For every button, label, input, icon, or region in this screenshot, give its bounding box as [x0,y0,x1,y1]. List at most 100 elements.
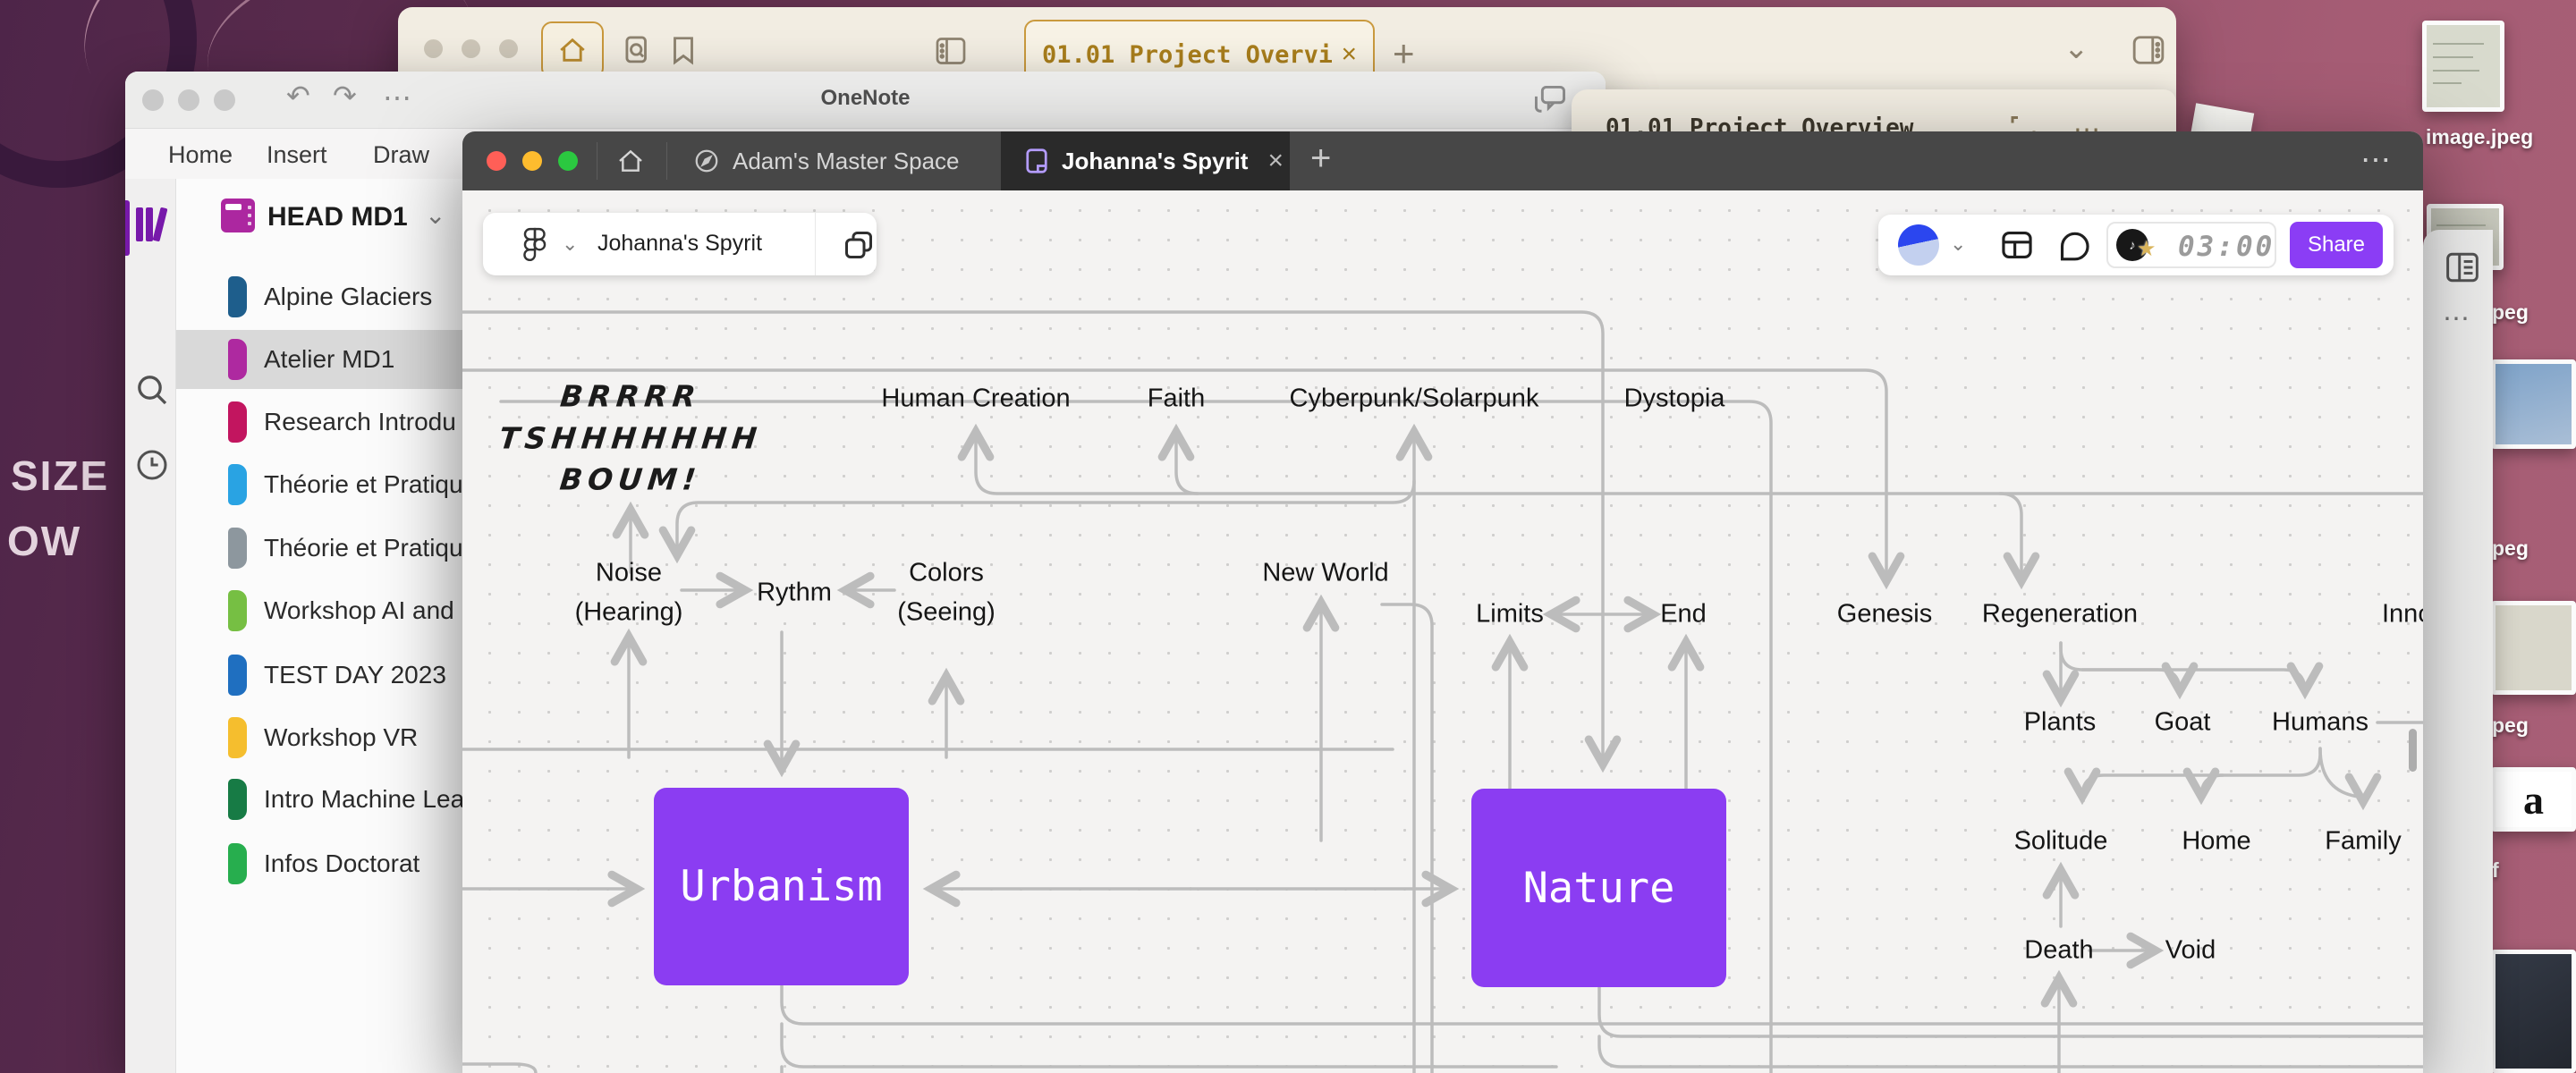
home-icon[interactable] [616,147,645,175]
section-color-tab [228,655,247,696]
close-button[interactable] [487,151,506,171]
close-button[interactable] [424,39,443,58]
tab-close-icon[interactable]: × [1267,146,1284,176]
notebooks-icon[interactable] [134,206,170,243]
desktop-file-thumbnail[interactable] [2422,21,2504,112]
desktop-file-label[interactable]: peg [2492,536,2529,561]
chevron-down-icon[interactable]: ⌄ [2063,30,2089,66]
mindmap-node[interactable]: Home [2182,822,2250,861]
mindmap-node[interactable]: Solitude [2014,822,2108,861]
mindmap-node[interactable]: Plants [2024,703,2097,742]
search-icon[interactable] [134,372,170,408]
section-color-tab [228,339,247,380]
chevron-down-icon[interactable]: ⌄ [1950,232,1966,256]
search-document-icon[interactable] [620,34,654,68]
handwriting-text[interactable]: TSHHHHHHH [497,421,764,456]
section-color-tab [228,843,247,884]
mindmap-node[interactable]: Dystopia [1624,379,1725,418]
comment-bubble-icon[interactable] [2057,228,2091,262]
tab-johannas-spyrit-active[interactable]: Johanna's Spyrit × [1001,131,1290,190]
minimize-button[interactable] [522,151,542,171]
mindmap-node[interactable]: Colors (Seeing) [897,554,996,632]
tab-close-icon[interactable]: × [1341,39,1357,70]
desktop-file-label[interactable]: peg [2492,300,2529,325]
onenote-titlebar[interactable]: ↶ ↷ ⋯ OneNote [125,72,1606,129]
collapsed-side-panel: ⋯ [2423,230,2493,1073]
figjam-header[interactable]: Adam's Master Space Johanna's Spyrit × +… [462,131,2423,190]
mindmap-node[interactable]: Rythm [757,573,832,613]
ribbon-tab-insert[interactable]: Insert [267,141,327,169]
handwriting-text[interactable]: BOUM! [558,462,703,497]
mindmap-node[interactable]: Goat [2155,703,2211,742]
mindmap-node[interactable]: Noise (Hearing) [575,554,683,632]
mindmap-node[interactable]: End [1660,595,1707,634]
section-label: Workshop AI and [264,596,454,625]
wallpaper-text: SIZE [11,452,109,500]
sidebar-toggle-icon[interactable] [935,36,967,66]
ribbon-tab-draw[interactable]: Draw [373,141,429,169]
share-button[interactable]: Share [2290,222,2383,268]
section-label: TEST DAY 2023 [264,661,446,689]
chevron-down-icon[interactable]: ⌄ [425,200,445,230]
mindmap-box-urbanism[interactable]: Urbanism [654,788,909,985]
mindmap-node-clipped[interactable]: Inno [2382,595,2423,634]
home-button[interactable] [541,21,604,79]
more-icon[interactable]: ⋯ [2443,303,2472,334]
mindmap-node[interactable]: Human Creation [881,379,1070,418]
window-title: OneNote [125,86,1606,111]
desktop-font-file-thumbnail[interactable]: a [2491,767,2576,832]
active-rail-indicator [125,200,130,256]
canvas-scrollbar[interactable] [2409,729,2417,772]
tab-adams-master-space[interactable]: Adam's Master Space [677,131,1001,190]
divider [815,213,816,275]
feedback-bubbles-icon[interactable] [1531,84,1569,118]
mindmap-node[interactable]: Limits [1476,595,1544,634]
panel-toggle-icon[interactable] [2131,34,2165,66]
maximize-button[interactable] [499,39,518,58]
compass-icon [693,148,720,174]
user-avatar[interactable] [1898,224,1939,266]
mindmap-node[interactable]: Death [2024,931,2093,970]
mindmap-node[interactable]: Humans [2272,703,2368,742]
handwriting-text[interactable]: BRRRR [559,379,703,414]
mindmap-node[interactable]: Cyberpunk/Solarpunk [1290,379,1539,418]
wallpaper-text: OW [7,517,81,565]
window-more-button[interactable]: ⋯ [2360,142,2393,178]
layout-panel-icon[interactable] [2445,251,2480,283]
bookmark-icon[interactable] [666,34,700,68]
timer-widget[interactable]: ♪ ★ 03:00 [2106,222,2276,268]
figjam-window: Adam's Master Space Johanna's Spyrit × +… [462,131,2423,1073]
desktop-file-label[interactable]: peg [2492,714,2529,738]
duplicate-icon[interactable] [843,229,875,261]
timer-time: 03:00 [2178,231,2275,263]
figjam-canvas[interactable]: BRRRR TSHHHHHHH BOUM! Human Creation Fai… [462,190,2423,1073]
mindmap-node[interactable]: Family [2325,822,2401,861]
section-label: Atelier MD1 [264,345,394,374]
mindmap-box-nature[interactable]: Nature [1471,789,1726,987]
tab-label: Adam's Master Space [733,148,960,175]
notebook-name[interactable]: HEAD MD1 [267,202,408,232]
maximize-button[interactable] [558,151,578,171]
recent-clock-icon[interactable] [134,447,170,483]
desktop-file-label[interactable]: f [2492,858,2499,883]
mindmap-node[interactable]: Genesis [1837,595,1932,634]
mindmap-node[interactable]: Void [2165,931,2216,970]
desktop-file-thumbnail[interactable] [2491,601,2576,695]
board-title[interactable]: Johanna's Spyrit [483,231,877,257]
notebook-icon [221,199,255,232]
desktop-file-thumbnail[interactable] [2491,950,2576,1073]
template-layout-icon[interactable] [2000,229,2034,261]
mindmap-node[interactable]: Regeneration [1982,595,2138,634]
desktop-file-thumbnail[interactable] [2491,359,2576,449]
new-tab-button[interactable]: + [1393,32,1415,75]
minimize-button[interactable] [462,39,480,58]
home-icon [557,36,588,64]
ribbon-tab-home[interactable]: Home [168,141,233,169]
star-icon: ★ [2137,236,2157,262]
desktop-file-label[interactable]: image.jpeg [2426,125,2533,149]
mindmap-node[interactable]: New World [1262,553,1388,593]
board-file-icon [1024,148,1049,174]
mindmap-node[interactable]: Faith [1148,379,1205,418]
section-label: Intro Machine Lea [264,785,464,814]
new-tab-button[interactable]: + [1310,139,1331,179]
